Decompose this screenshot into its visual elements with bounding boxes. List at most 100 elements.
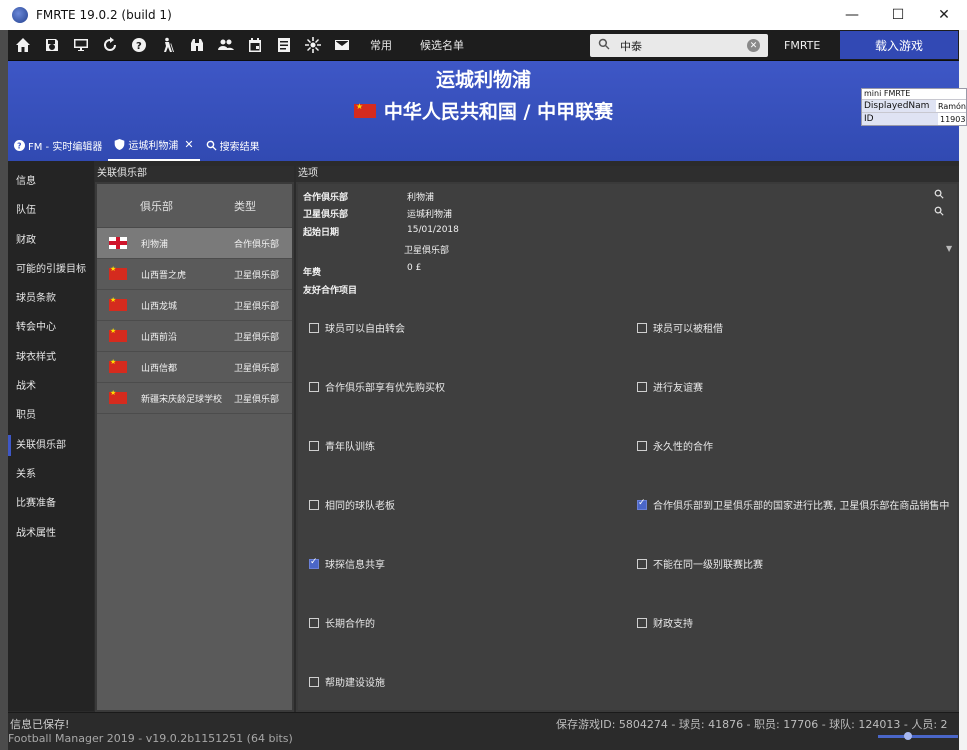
checkbox-facilities[interactable]: 帮助建设设施 [309,674,385,689]
sidebar-item-player-clauses[interactable]: 球员条款 [8,284,94,313]
tab-search-results[interactable]: 搜索结果 [200,129,266,161]
window-titlebar: FMRTE 19.0.2 (build 1) — ☐ ✕ [0,0,967,30]
sidebar-item-tactical-attributes[interactable]: 战术属性 [8,519,94,548]
sidebar-item-finances[interactable]: 财政 [8,226,94,255]
parent-club-value[interactable]: 利物浦 [407,190,434,203]
table-row[interactable]: 新疆宋庆龄足球学校 卫星俱乐部 [97,383,292,414]
sidebar-item-tactics[interactable]: 战术 [8,372,94,401]
checkbox-long-term[interactable]: 长期合作的 [309,615,375,630]
checkbox-same-owner[interactable]: 相同的球队老板 [309,497,395,512]
sidebar-item-info[interactable]: 信息 [8,167,94,196]
cooperation-items-label: 友好合作项目 [303,286,358,296]
column-header-club[interactable]: 俱乐部 [140,198,234,214]
checkbox-first-refusal[interactable]: 合作俱乐部享有优先购买权 [309,379,445,394]
search-icon[interactable] [934,189,944,199]
help-icon[interactable]: ? [124,30,153,61]
checkbox-label: 不能在同一级别联赛比赛 [653,560,763,571]
checkbox-box[interactable] [309,322,319,333]
checkbox-friendlies[interactable]: 进行友谊赛 [637,379,703,394]
checkbox-box[interactable] [309,440,319,451]
people-icon[interactable] [211,30,240,61]
checkbox-box[interactable] [309,676,319,687]
annual-fee-value[interactable]: 0 £ [407,263,421,273]
tab-fm-live-editor[interactable]: ? FM - 实时编辑器 [8,129,108,161]
checkbox-permanent[interactable]: 永久性的合作 [637,438,713,453]
sidebar-item-match-prep[interactable]: 比赛准备 [8,489,94,518]
checkbox-youth-training[interactable]: 青年队训练 [309,438,375,453]
checkbox-scouting-share[interactable]: 球探信息共享 [309,556,385,571]
checkbox-loan-players[interactable]: 球员可以被租借 [637,320,723,335]
binoculars-icon[interactable] [182,30,211,61]
calendar-icon[interactable] [240,30,269,61]
checkbox-box[interactable] [637,558,647,569]
table-row[interactable]: 山西前沿 卫星俱乐部 [97,321,292,352]
sidebar-item-staff[interactable]: 职员 [8,401,94,430]
checkbox-box[interactable] [637,322,647,333]
club-name-cell: 山西龙城 [141,301,178,312]
search-icon[interactable] [934,206,944,216]
checkbox-box[interactable] [637,440,647,451]
mini-fmrte-popup[interactable]: mini FMRTE DisplayedNam Ramón ID 11903 [861,88,967,126]
mail-icon[interactable] [327,30,356,61]
shield-icon [114,138,125,150]
window-title: FMRTE 19.0.2 (build 1) [36,8,172,22]
maximize-button[interactable]: ☐ [875,0,921,30]
checkbox-box[interactable] [309,617,319,628]
table-row[interactable]: 山西龙城 卫星俱乐部 [97,290,292,321]
common-menu[interactable]: 常用 [356,30,406,61]
home-icon[interactable] [8,30,37,61]
tab-club[interactable]: 运城利物浦 ✕ [108,129,200,161]
close-button[interactable]: ✕ [921,0,967,30]
checkbox-box[interactable] [637,381,647,392]
sidebar-item-transfer-targets[interactable]: 可能的引援目标 [8,255,94,284]
checkbox-box[interactable] [637,617,647,628]
chevron-down-icon[interactable]: ▼ [946,244,952,253]
checkbox-not-same-league[interactable]: 不能在同一级别联赛比赛 [637,556,763,571]
minimize-button[interactable]: — [829,0,875,30]
scout-icon[interactable] [153,30,182,61]
save-icon[interactable] [37,30,66,61]
checkbox-label: 永久性的合作 [653,442,713,453]
sidebar-item-kits[interactable]: 球衣样式 [8,343,94,372]
fmrte-menu[interactable]: FMRTE [784,30,820,61]
table-row[interactable]: 山西信都 卫星俱乐部 [97,352,292,383]
affiliated-clubs-list: 俱乐部 类型 利物浦 合作俱乐部 山西晋之虎 卫星俱乐部 山西龙城 卫星俱乐部 … [97,184,292,710]
game-version: Football Manager 2019 - v19.0.2b1151251 … [8,732,293,745]
checkbox-box[interactable] [309,381,319,392]
satellite-club-value[interactable]: 运城利物浦 [407,207,452,220]
settings-icon[interactable] [298,30,327,61]
monitor-icon[interactable] [66,30,95,61]
china-flag-icon [109,327,127,342]
clear-search-icon[interactable]: ✕ [747,39,760,52]
sidebar-item-relationships[interactable]: 关系 [8,460,94,489]
checkbox-box-checked[interactable] [309,557,319,569]
column-header-type[interactable]: 类型 [234,198,256,214]
sidebar-item-affiliated-clubs[interactable]: 关联俱乐部 [8,431,94,460]
notes-icon[interactable] [269,30,298,61]
checkbox-label: 财政支持 [653,619,693,630]
table-row[interactable]: 山西晋之虎 卫星俱乐部 [97,259,292,290]
table-row[interactable]: 利物浦 合作俱乐部 [97,228,292,259]
slider-handle[interactable] [904,732,912,740]
svg-text:?: ? [136,41,142,52]
checkbox-box[interactable] [309,499,319,510]
shortlist-menu[interactable]: 候选名单 [406,30,478,61]
club-name-cell: 山西晋之虎 [141,270,187,281]
load-game-button[interactable]: 载入游戏 [840,31,958,59]
panel-title: 选项 [296,166,959,182]
start-date-value[interactable]: 15/01/2018 [407,225,459,235]
close-tab-icon[interactable]: ✕ [184,138,193,151]
refresh-icon[interactable] [95,30,124,61]
list-header: 俱乐部 类型 [97,184,292,228]
checkbox-label: 球员可以自由转会 [325,324,405,335]
zoom-slider[interactable] [878,732,958,740]
checkbox-financial-support[interactable]: 财政支持 [637,615,693,630]
checkbox-free-transfer[interactable]: 球员可以自由转会 [309,320,405,335]
search-input[interactable] [620,39,740,52]
sidebar-item-transfer-centre[interactable]: 转会中心 [8,313,94,342]
checkbox-box-checked[interactable] [637,498,647,510]
club-sidebar: 信息 队伍 财政 可能的引援目标 球员条款 转会中心 球衣样式 战术 职员 关联… [8,161,94,711]
checkbox-tour-merchandise[interactable]: 合作俱乐部到卫星俱乐部的国家进行比赛, 卫星俱乐部在商品销售中 [637,497,949,512]
affiliation-type-select[interactable]: 卫星俱乐部 [404,243,449,256]
sidebar-item-squad[interactable]: 队伍 [8,196,94,225]
